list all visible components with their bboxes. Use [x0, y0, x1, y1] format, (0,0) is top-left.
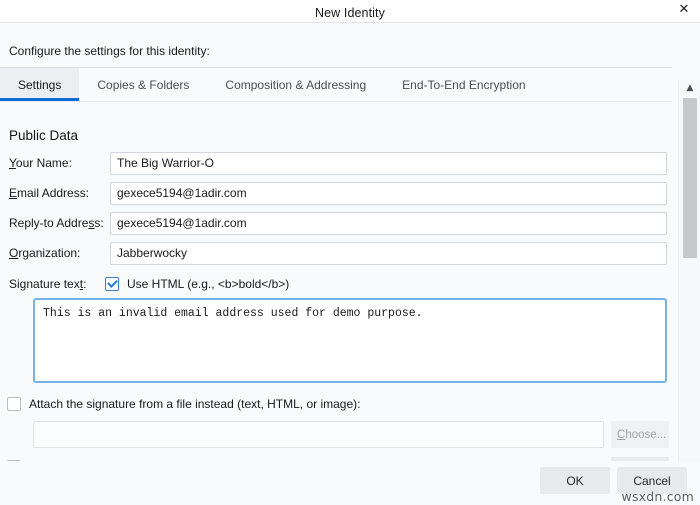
- use-html-checkbox-row[interactable]: Use HTML (e.g., <b>bold</b>): [105, 272, 289, 296]
- tab-end-to-end-encryption[interactable]: End-To-End Encryption: [384, 68, 543, 101]
- watermark: wsxdn.com: [621, 489, 694, 504]
- attach-signature-checkbox[interactable]: [7, 397, 21, 411]
- email-address-input[interactable]: [110, 181, 667, 205]
- close-icon[interactable]: ✕: [670, 0, 698, 20]
- tab-settings[interactable]: Settings: [0, 68, 80, 101]
- title-bar: New Identity ✕: [0, 0, 700, 22]
- chevron-up-icon[interactable]: ▲: [679, 80, 700, 96]
- field-row-email-address: Email Address:: [0, 181, 672, 205]
- signature-textarea[interactable]: This is an invalid email address used fo…: [33, 298, 667, 383]
- field-row-signature-text: Signature text:: [0, 272, 672, 296]
- use-html-checkbox[interactable]: [105, 277, 119, 291]
- label-email-address: Email Address:: [9, 186, 90, 200]
- tab-composition-addressing-label: Composition & Addressing: [225, 77, 367, 92]
- tab-settings-label: Settings: [18, 77, 62, 92]
- tab-end-to-end-encryption-label: End-To-End Encryption: [402, 77, 526, 92]
- new-identity-dialog: New Identity ✕ Configure the settings fo…: [0, 0, 700, 505]
- label-your-name: Your Name:: [9, 156, 72, 170]
- vertical-scrollbar[interactable]: ▲ ▼: [678, 80, 700, 484]
- settings-pane: Public Data Your Name: Email Address: Re…: [0, 102, 672, 484]
- tab-composition-addressing[interactable]: Composition & Addressing: [207, 68, 384, 101]
- dialog-footer: OK Cancel: [0, 461, 700, 505]
- attach-signature-label: Attach the signature from a file instead…: [29, 397, 361, 411]
- label-reply-to-address: Reply-to Address:: [9, 216, 104, 230]
- label-organization: Organization:: [9, 246, 81, 260]
- ok-button[interactable]: OK: [540, 467, 610, 494]
- reply-to-address-input[interactable]: [110, 211, 667, 235]
- your-name-input[interactable]: [110, 151, 667, 175]
- attach-signature-checkbox-row[interactable]: Attach the signature from a file instead…: [7, 394, 360, 414]
- choose-file-button[interactable]: Choose...: [611, 421, 669, 448]
- tab-copies-folders-label: Copies & Folders: [97, 77, 190, 92]
- section-title-public-data: Public Data: [9, 128, 79, 143]
- dialog-body: Configure the settings for this identity…: [0, 22, 700, 505]
- configure-instruction: Configure the settings for this identity…: [9, 44, 210, 58]
- tab-copies-folders[interactable]: Copies & Folders: [79, 68, 207, 101]
- field-row-your-name: Your Name:: [0, 151, 672, 175]
- field-row-reply-to-address: Reply-to Address:: [0, 211, 672, 235]
- scrollbar-thumb[interactable]: [683, 98, 697, 258]
- tab-strip: Settings Copies & Folders Composition & …: [0, 67, 672, 102]
- use-html-label: Use HTML (e.g., <b>bold</b>): [127, 277, 290, 291]
- label-signature-text: Signature text:: [9, 277, 87, 291]
- organization-input[interactable]: [110, 241, 667, 265]
- window-title: New Identity: [315, 6, 385, 20]
- signature-file-path-input[interactable]: [33, 421, 604, 448]
- field-row-organization: Organization:: [0, 241, 672, 265]
